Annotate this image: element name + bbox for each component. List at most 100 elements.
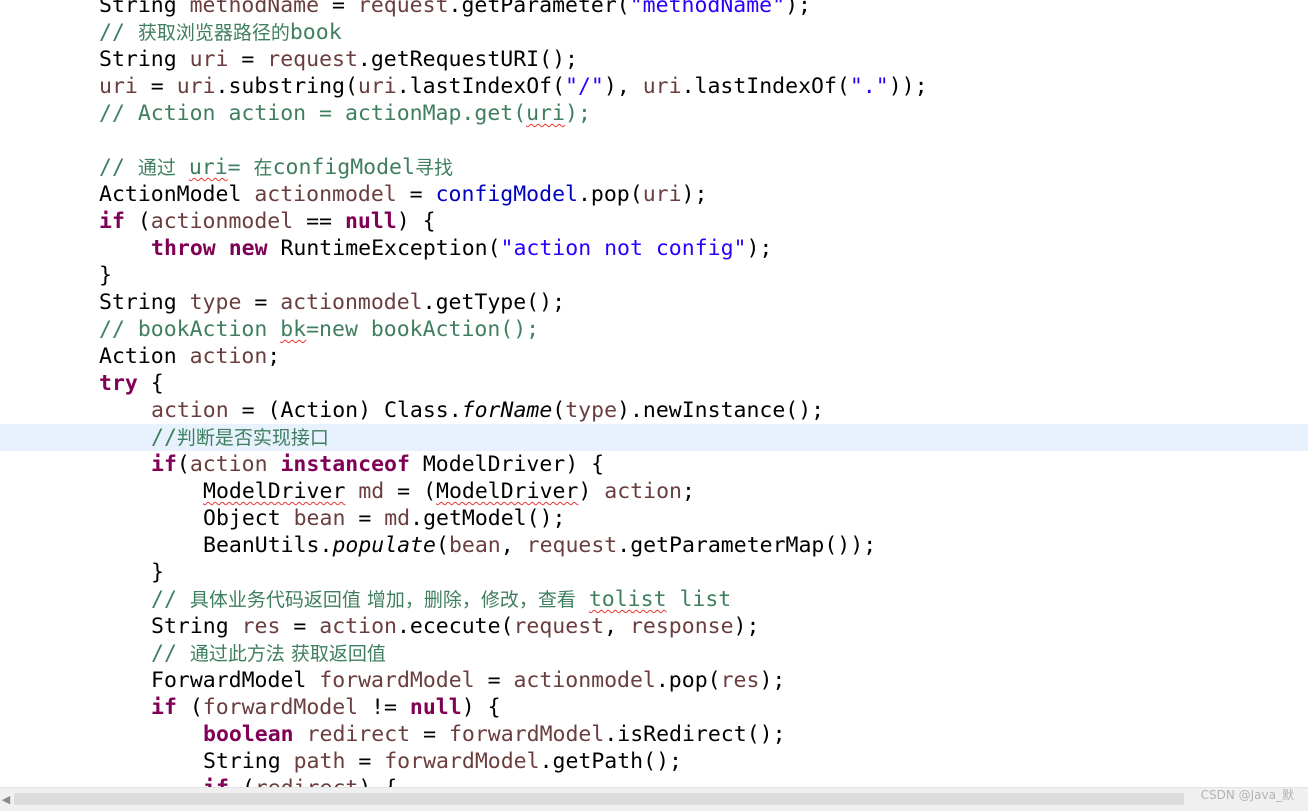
code-token: bean [293, 506, 346, 531]
code-token: action [189, 344, 268, 369]
code-token: 通过 [137, 157, 176, 179]
code-line[interactable]: // Action action = actionMap.get(uri); [0, 100, 1308, 127]
code-token: ) { [461, 695, 501, 720]
scrollbar-thumb[interactable] [14, 793, 1184, 805]
code-token: 通过此方法 获取返回值 [189, 643, 386, 665]
code-line[interactable] [0, 127, 1308, 154]
code-token: forwardModel [384, 749, 540, 774]
code-line[interactable]: if (actionmodel == null) { [0, 208, 1308, 235]
code-token: ForwardModel [151, 668, 320, 693]
code-line[interactable]: if(action instanceof ModelDriver) { [0, 451, 1308, 478]
code-line[interactable]: if (forwardModel != null) { [0, 694, 1308, 721]
code-line-text: ForwardModel forwardModel = actionmodel.… [151, 667, 785, 694]
code-line[interactable]: String type = actionmodel.getType(); [0, 289, 1308, 316]
code-token: = [228, 47, 268, 72]
code-token: "action not config" [500, 236, 747, 261]
code-token: = ( [384, 479, 437, 504]
code-line[interactable]: if (redirect) { [0, 775, 1308, 787]
code-token: = [241, 290, 281, 315]
code-line[interactable]: // bookAction bk=new bookAction(); [0, 316, 1308, 343]
code-token: = [396, 182, 436, 207]
code-line[interactable]: // 具体业务代码返回值 增加，删除，修改，查看 tolist list [0, 586, 1308, 613]
code-token: ModelDriver [203, 479, 346, 504]
code-line[interactable]: } [0, 262, 1308, 289]
watermark: CSDN @Java_默 [1200, 788, 1294, 802]
code-line[interactable]: // 获取浏览器路径的book [0, 19, 1308, 46]
code-line[interactable]: boolean redirect = forwardModel.isRedire… [0, 721, 1308, 748]
code-line[interactable]: Object bean = md.getModel(); [0, 505, 1308, 532]
code-line-text: String uri = request.getRequestURI(); [99, 46, 578, 73]
code-line[interactable]: // 通过此方法 获取返回值 [0, 640, 1308, 667]
code-line-text: // 通过此方法 获取返回值 [151, 640, 386, 668]
code-token: uri [357, 74, 397, 99]
code-line[interactable]: Action action; [0, 343, 1308, 370]
code-token: != [358, 695, 410, 720]
code-line[interactable]: uri = uri.substring(uri.lastIndexOf("/")… [0, 73, 1308, 100]
code-token: .ececute( [396, 614, 514, 639]
code-token: ( [176, 695, 203, 720]
code-token: path [293, 749, 346, 774]
code-token: .pop( [577, 182, 643, 207]
code-token: list [679, 587, 732, 612]
code-line-text: // 具体业务代码返回值 增加，删除，修改，查看 tolist list [151, 586, 731, 614]
code-token: configModel [272, 155, 415, 180]
code-token: = [137, 74, 177, 99]
code-token: ); [565, 101, 591, 126]
code-token: == [293, 209, 345, 234]
code-token: md [358, 479, 385, 504]
code-token: .getModel(); [410, 506, 566, 531]
code-token: null [344, 209, 397, 234]
code-token: null [409, 695, 462, 720]
code-line-text: Object bean = md.getModel(); [203, 505, 565, 532]
code-line[interactable]: String path = forwardModel.getPath(); [0, 748, 1308, 775]
code-line-text: String path = forwardModel.getPath(); [203, 748, 682, 775]
code-token: 在 [253, 157, 273, 179]
code-line-text: // 通过 uri= 在configModel寻找 [99, 154, 453, 182]
code-token: String [99, 0, 190, 18]
code-token: request [526, 533, 618, 558]
code-line[interactable]: BeanUtils.populate(bean, request.getPara… [0, 532, 1308, 559]
code-token: bk [280, 317, 307, 342]
horizontal-scrollbar[interactable]: ◀ [0, 787, 1308, 811]
code-line-text: //判断是否实现接口 [151, 424, 329, 452]
code-editor[interactable]: String methodName = request.getParameter… [0, 0, 1308, 787]
code-token: = (Action) Class. [228, 398, 462, 423]
code-token: RuntimeException( [267, 236, 501, 261]
code-token: { [137, 371, 164, 396]
code-line[interactable]: action = (Action) Class.forName(type).ne… [0, 397, 1308, 424]
code-token: if [203, 776, 229, 787]
code-token: uri [526, 101, 565, 126]
code-token: = [319, 0, 358, 18]
code-line[interactable]: String methodName = request.getParameter… [0, 0, 1308, 19]
code-token: Object [203, 506, 294, 531]
code-line-text: String res = action.ececute(request, res… [151, 613, 759, 640]
code-line[interactable]: // 通过 uri= 在configModel寻找 [0, 154, 1308, 181]
code-token: .getPath(); [539, 749, 682, 774]
code-token: String [151, 614, 242, 639]
code-line[interactable]: ActionModel actionmodel = configModel.po… [0, 181, 1308, 208]
code-line[interactable]: String uri = request.getRequestURI(); [0, 46, 1308, 73]
code-token: ), [603, 74, 643, 99]
code-token: action [189, 452, 268, 477]
code-token: .pop( [655, 668, 721, 693]
code-line[interactable]: } [0, 559, 1308, 586]
code-token: .lastIndexOf( [396, 74, 566, 99]
scroll-left-arrow-icon[interactable]: ◀ [0, 792, 12, 808]
code-line[interactable]: String res = action.ececute(request, res… [0, 613, 1308, 640]
code-token: .substring( [215, 74, 358, 99]
code-token: ).newInstance(); [617, 398, 825, 423]
code-line-text: try { [99, 370, 164, 397]
code-token: md [384, 506, 411, 531]
code-token: .isRedirect(); [604, 722, 786, 747]
code-line-text: uri = uri.substring(uri.lastIndexOf("/")… [99, 73, 928, 100]
code-line[interactable]: throw new RuntimeException("action not c… [0, 235, 1308, 262]
code-token: configModel [435, 182, 578, 207]
code-token: actionmodel [513, 668, 656, 693]
code-line[interactable]: ModelDriver md = (ModelDriver) action; [0, 478, 1308, 505]
code-line[interactable]: ForwardModel forwardModel = actionmodel.… [0, 667, 1308, 694]
code-line[interactable]: //判断是否实现接口 [0, 424, 1308, 451]
code-token: 判断是否实现接口 [176, 427, 329, 449]
code-line[interactable]: try { [0, 370, 1308, 397]
